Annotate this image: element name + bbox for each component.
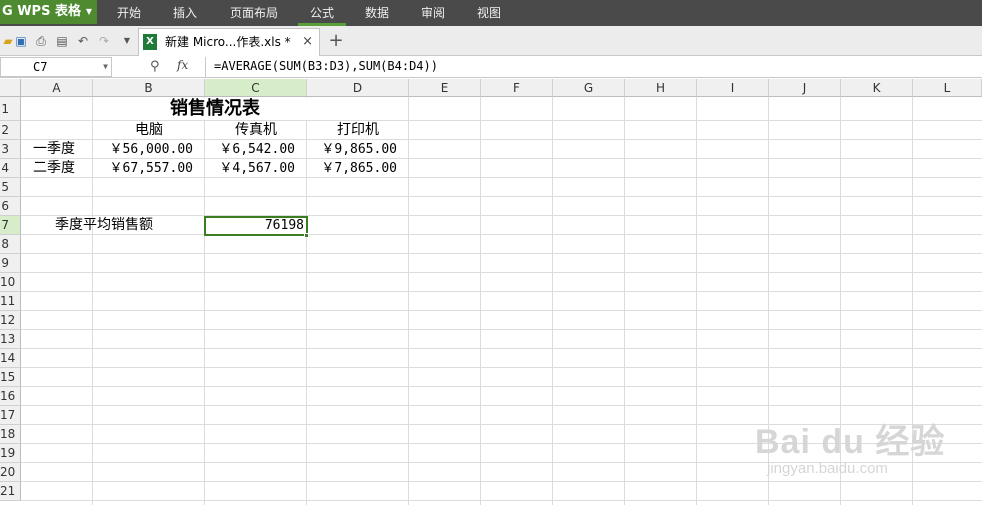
- app-logo-letter: G: [2, 4, 13, 19]
- grid-line: [21, 367, 982, 368]
- row-header-11[interactable]: 11: [0, 292, 21, 311]
- selected-cell-c7[interactable]: 76198: [204, 216, 308, 236]
- chevron-down-icon[interactable]: ▼: [103, 58, 108, 76]
- grid-line: [21, 329, 982, 330]
- menu-bar: G WPS 表格 ▼ 开始 插入 页面布局 公式 数据 审阅 视图: [0, 0, 982, 26]
- row-header-8[interactable]: 8: [0, 235, 21, 254]
- row-header-5[interactable]: 5: [0, 178, 21, 197]
- column-header-b[interactable]: B: [93, 79, 205, 97]
- column-header-h[interactable]: H: [625, 79, 697, 97]
- column-header-d[interactable]: D: [307, 79, 409, 97]
- select-all-corner[interactable]: [0, 79, 21, 97]
- menu-tab-formulas[interactable]: 公式: [298, 0, 346, 26]
- menu-tab-review[interactable]: 审阅: [413, 0, 453, 26]
- grid-line: [21, 291, 982, 292]
- grid-line: [21, 348, 982, 349]
- cell-b3[interactable]: ￥56,000.00: [93, 140, 203, 159]
- spreadsheet-grid[interactable]: A B C D E F G H I J K L 1 2 3 4 5 6 7 8 …: [0, 79, 982, 505]
- row-label-quarter-average[interactable]: 季度平均销售额: [55, 216, 204, 235]
- new-tab-button[interactable]: +: [326, 30, 346, 52]
- row-header-10[interactable]: 10: [0, 273, 21, 292]
- menu-tab-data[interactable]: 数据: [357, 0, 397, 26]
- close-icon[interactable]: ×: [302, 29, 313, 55]
- column-header-e[interactable]: E: [409, 79, 481, 97]
- row-header-9[interactable]: 9: [0, 254, 21, 273]
- grid-line: [21, 405, 982, 406]
- row-label-q1[interactable]: 一季度: [22, 140, 92, 159]
- menu-tab-view[interactable]: 视图: [469, 0, 509, 26]
- row-header-19[interactable]: 19: [0, 444, 21, 463]
- formula-bar: C7 ▼ ⚲ fx =AVERAGE(SUM(B3:D3),SUM(B4:D4)…: [0, 56, 982, 78]
- toolbar-dropdown-icon[interactable]: ▼: [119, 33, 135, 49]
- menu-tab-home[interactable]: 开始: [109, 0, 149, 26]
- formula-input[interactable]: =AVERAGE(SUM(B3:D3),SUM(B4:D4)): [205, 57, 982, 77]
- column-header-g[interactable]: G: [553, 79, 625, 97]
- cell-c4[interactable]: ￥4,567.00: [205, 159, 305, 178]
- row-header-7[interactable]: 7: [0, 216, 21, 235]
- row-header-14[interactable]: 14: [0, 349, 21, 368]
- column-header-c[interactable]: C: [205, 79, 307, 97]
- menu-tab-page-layout[interactable]: 页面布局: [223, 0, 285, 26]
- grid-line: [21, 272, 982, 273]
- menu-tab-insert[interactable]: 插入: [165, 0, 205, 26]
- grid-line: [21, 424, 982, 425]
- grid-line: [21, 500, 982, 501]
- grid-line: [21, 462, 982, 463]
- grid-line: [21, 481, 982, 482]
- fx-icon[interactable]: fx: [177, 58, 188, 72]
- undo-icon[interactable]: ↶: [75, 33, 91, 49]
- name-box[interactable]: C7 ▼: [0, 57, 112, 77]
- name-box-value: C7: [33, 60, 48, 74]
- document-tab[interactable]: X 新建 Micro...作表.xls * ×: [138, 28, 320, 56]
- print-preview-icon[interactable]: ▤: [54, 33, 70, 49]
- excel-file-icon: X: [143, 34, 157, 50]
- row-header-13[interactable]: 13: [0, 330, 21, 349]
- grid-line: [21, 196, 982, 197]
- row-header-6[interactable]: 6: [0, 197, 21, 216]
- cell-d3[interactable]: ￥9,865.00: [307, 140, 407, 159]
- row-label-q2[interactable]: 二季度: [22, 159, 92, 178]
- row-header-15[interactable]: 15: [0, 368, 21, 387]
- print-icon[interactable]: ⎙: [33, 33, 49, 49]
- row-header-18[interactable]: 18: [0, 425, 21, 444]
- row-header-20[interactable]: 20: [0, 463, 21, 482]
- column-header-i[interactable]: I: [697, 79, 769, 97]
- row-header-4[interactable]: 4: [0, 159, 21, 178]
- column-header-k[interactable]: K: [841, 79, 913, 97]
- column-header-j[interactable]: J: [769, 79, 841, 97]
- app-name: WPS 表格: [17, 4, 81, 19]
- header-cell-computer[interactable]: 电脑: [93, 121, 205, 140]
- row-header-3[interactable]: 3: [0, 140, 21, 159]
- fill-handle[interactable]: [304, 233, 309, 238]
- document-tab-title: 新建 Micro...作表.xls *: [165, 35, 291, 49]
- row-header-1[interactable]: 1: [0, 97, 21, 121]
- row-header-16[interactable]: 16: [0, 387, 21, 406]
- chevron-down-icon: ▼: [85, 7, 93, 16]
- header-cell-fax[interactable]: 传真机: [205, 121, 307, 140]
- grid-line: [21, 386, 982, 387]
- row-header-21[interactable]: 21: [0, 482, 21, 501]
- redo-icon[interactable]: ↷: [96, 33, 112, 49]
- save-icon[interactable]: ▣: [13, 33, 29, 49]
- cell-d4[interactable]: ￥7,865.00: [307, 159, 407, 178]
- grid-line: [21, 310, 982, 311]
- column-header-f[interactable]: F: [481, 79, 553, 97]
- cell-b4[interactable]: ￥67,557.00: [93, 159, 203, 178]
- sheet-title-cell[interactable]: 销售情况表: [93, 98, 337, 120]
- app-menu-button[interactable]: G WPS 表格 ▼: [0, 0, 97, 24]
- row-header-2[interactable]: 2: [0, 121, 21, 140]
- column-header-l[interactable]: L: [913, 79, 982, 97]
- cell-c3[interactable]: ￥6,542.00: [205, 140, 305, 159]
- header-cell-printer[interactable]: 打印机: [307, 121, 409, 140]
- row-header-17[interactable]: 17: [0, 406, 21, 425]
- grid-line: [21, 253, 982, 254]
- column-header-a[interactable]: A: [21, 79, 93, 97]
- row-header-12[interactable]: 12: [0, 311, 21, 330]
- grid-line: [21, 443, 982, 444]
- magnifier-icon[interactable]: ⚲: [150, 59, 160, 74]
